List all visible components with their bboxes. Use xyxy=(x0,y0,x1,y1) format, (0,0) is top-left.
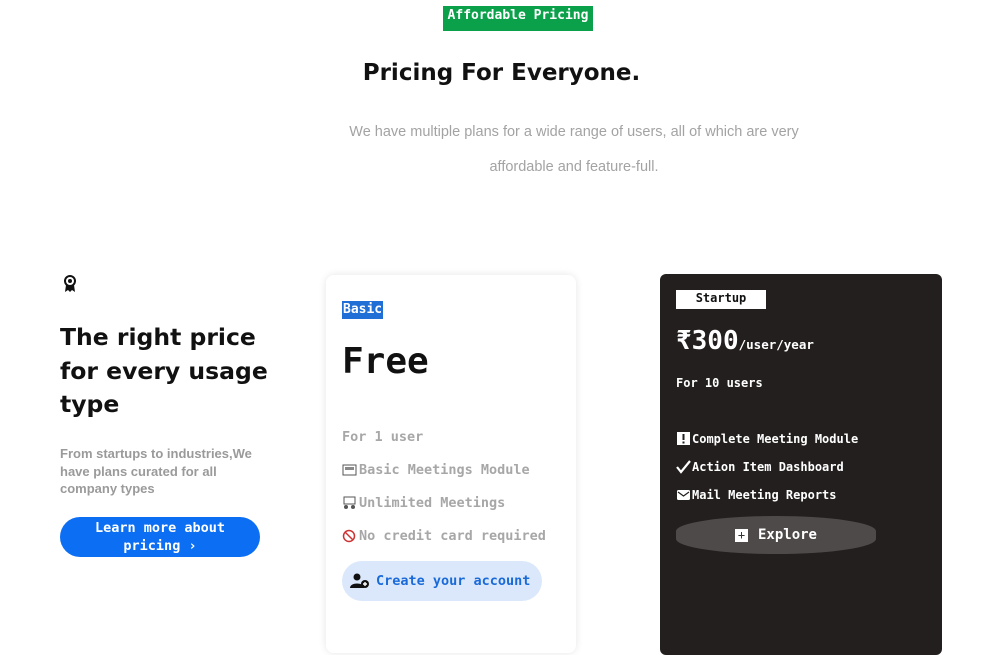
plan-feature: Basic Meetings Module xyxy=(342,462,530,478)
create-account-label: Create your account xyxy=(376,573,531,589)
no-card-icon xyxy=(342,529,356,543)
plan-price-amount: ₹300 xyxy=(676,326,739,356)
plan-users: For 10 users xyxy=(676,376,763,390)
explore-label: Explore xyxy=(757,527,817,543)
page-subtitle: We have multiple plans for a wide range … xyxy=(349,124,799,175)
learn-more-label-line1: Learn more about xyxy=(94,520,226,536)
plus-icon: + xyxy=(734,528,748,542)
plan-feature: Mail Meeting Reports xyxy=(676,487,837,502)
plan-feature: Unlimited Meetings xyxy=(342,495,505,511)
learn-more-pricing-button[interactable]: Learn more about pricing › xyxy=(60,517,260,557)
plan-feature-text: Mail Meeting Reports xyxy=(692,487,837,502)
plan-feature-text: Unlimited Meetings xyxy=(359,495,506,511)
explore-button[interactable]: + Explore xyxy=(676,516,876,554)
plan-users-text: For 1 user xyxy=(342,429,424,445)
section-badge: Affordable Pricing xyxy=(443,6,593,31)
plan-feature-text: Basic Meetings Module xyxy=(359,462,530,478)
create-account-button[interactable]: Create your account xyxy=(342,561,542,601)
checkmark-icon xyxy=(676,460,691,474)
plan-users: For 1 user xyxy=(342,429,423,445)
plan-feature-text: Action Item Dashboard xyxy=(692,459,844,474)
plan-label: Basic xyxy=(342,301,384,319)
plan-feature-text: No credit card required xyxy=(359,528,546,544)
plan-price-period: /user/year xyxy=(738,337,814,352)
learn-more-label-line2: pricing › xyxy=(123,538,197,554)
plan-card-startup: Startup ₹300/user/year For 10 users Comp… xyxy=(660,274,942,655)
mail-icon xyxy=(677,490,690,500)
add-user-icon xyxy=(350,573,369,588)
page-title: Pricing For Everyone. xyxy=(362,60,641,86)
plan-feature: Action Item Dashboard xyxy=(676,459,844,474)
meeting-icon xyxy=(343,496,356,509)
award-icon xyxy=(64,275,76,292)
plan-feature: Complete Meeting Module xyxy=(676,431,858,446)
plan-price: ₹300/user/year xyxy=(676,326,814,356)
plan-label: Startup xyxy=(676,290,766,309)
intro-description: From startups to industries,We have plan… xyxy=(60,446,252,496)
plan-feature-text: Complete Meeting Module xyxy=(692,431,859,446)
alert-icon xyxy=(677,432,690,445)
intro-title: The right price for every usage type xyxy=(60,323,268,418)
plan-price: Free xyxy=(342,341,429,382)
atm-icon xyxy=(342,464,357,476)
plan-card-basic: Basic Free For 1 user Basic Meetings Mod… xyxy=(326,275,576,653)
plan-feature: No credit card required xyxy=(342,528,546,544)
